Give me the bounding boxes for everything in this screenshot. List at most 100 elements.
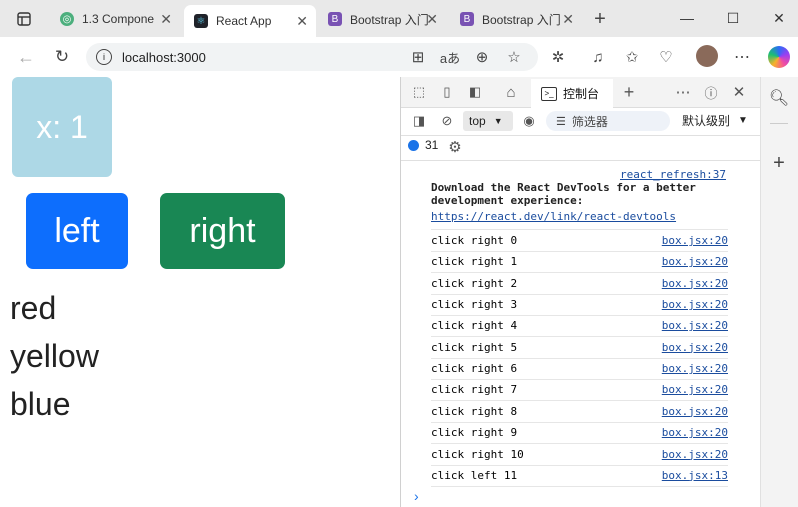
log-text: click right 8 xyxy=(431,404,518,418)
log-source-link[interactable]: box.jsx:20 xyxy=(662,405,728,418)
minimize-button[interactable]: — xyxy=(672,6,702,30)
close-icon[interactable]: ✕ xyxy=(160,11,172,28)
add-panel-icon[interactable]: + xyxy=(618,81,640,103)
message-count-value: 31 xyxy=(425,138,439,152)
log-text: click right 2 xyxy=(431,276,518,290)
filter-icon: ☰ xyxy=(556,115,566,128)
console-log-row: click right 9 box.jsx:20 xyxy=(431,422,728,445)
log-text: click right 0 xyxy=(431,234,518,247)
more-menu-icon[interactable]: ⋯ xyxy=(730,45,754,69)
log-text: click right 10 xyxy=(431,447,524,461)
close-icon[interactable]: ✕ xyxy=(296,13,308,30)
react-refresh-source-link[interactable]: react_refresh:37 xyxy=(620,168,726,181)
new-tab-button[interactable]: + xyxy=(588,7,612,31)
tab-react-app[interactable]: ⚛ React App ✕ xyxy=(184,5,316,37)
close-icon[interactable]: ✕ xyxy=(426,11,438,28)
favorite-star-icon[interactable]: ☆ xyxy=(502,45,526,69)
divider xyxy=(401,160,760,161)
console-log-row: click right 1 box.jsx:20 xyxy=(431,251,728,274)
filter-placeholder: 筛选器 xyxy=(571,114,608,129)
filter-input[interactable]: ☰ 筛选器 xyxy=(546,111,670,131)
tab-title: 1.3 Compone xyxy=(82,12,155,26)
log-source-link[interactable]: box.jsx:20 xyxy=(662,234,728,247)
console-log-row: click right 0 box.jsx:20 xyxy=(431,230,728,252)
clear-console-icon[interactable]: ⊘ xyxy=(436,110,458,132)
dock-icon[interactable]: ◧ xyxy=(464,81,486,103)
tab-title: Bootstrap 入门 xyxy=(482,12,561,27)
color-item-blue: blue xyxy=(10,386,71,422)
log-level-select[interactable]: 默认级别 ▼ xyxy=(682,112,748,129)
tab-title: Bootstrap 入门 xyxy=(350,12,429,27)
console-log-row: click right 7 box.jsx:20 xyxy=(431,379,728,402)
tab-bootstrap-1[interactable]: B Bootstrap 入门 ✕ xyxy=(318,6,446,32)
media-icon[interactable]: ♫ xyxy=(586,45,610,69)
console-settings-gear-icon[interactable]: ⚙ xyxy=(444,136,466,158)
chevron-down-icon: ▼ xyxy=(738,115,748,126)
log-source-link[interactable]: box.jsx:20 xyxy=(662,383,728,396)
window-close-button[interactable]: ✕ xyxy=(764,6,794,30)
zoom-icon[interactable]: ⊕ xyxy=(470,45,494,69)
devtools-link[interactable]: https://react.dev/link/react-devtools xyxy=(431,210,676,223)
copilot-icon[interactable] xyxy=(768,46,790,68)
log-source-link[interactable]: box.jsx:20 xyxy=(662,448,728,461)
tab-title: React App xyxy=(216,14,272,28)
log-source-link[interactable]: box.jsx:20 xyxy=(662,255,728,268)
console-log-row: click right 4 box.jsx:20 xyxy=(431,315,728,338)
log-text: click right 7 xyxy=(431,383,518,397)
avatar[interactable] xyxy=(696,45,718,67)
eye-icon[interactable]: ◉ xyxy=(518,110,540,132)
maximize-button[interactable]: ☐ xyxy=(718,6,748,30)
devtools-hint-message: Download the React DevTools for a better… xyxy=(431,181,696,207)
device-toolbar-icon[interactable]: ▯ xyxy=(436,81,458,103)
sidebar-toggle-icon[interactable]: ◨ xyxy=(408,110,430,132)
left-button[interactable]: left xyxy=(26,193,128,269)
log-text: click left 11 xyxy=(431,468,518,482)
tab-console[interactable]: >_ 控制台 xyxy=(531,79,613,110)
console-prompt-icon[interactable]: › xyxy=(414,488,419,504)
message-count[interactable]: 31 xyxy=(408,138,438,152)
read-aloud-icon[interactable]: aあ xyxy=(438,45,462,69)
log-text: click right 9 xyxy=(431,426,518,440)
console-tab-label: 控制台 xyxy=(563,87,600,101)
log-source-link[interactable]: box.jsx:20 xyxy=(662,426,728,439)
inspect-element-icon[interactable]: ⬚ xyxy=(408,81,430,103)
info-icon[interactable]: i xyxy=(96,49,112,65)
search-icon[interactable]: 🔍︎ xyxy=(767,86,791,110)
apps-icon[interactable]: ⊞ xyxy=(406,45,430,69)
log-source-link[interactable]: box.jsx:20 xyxy=(662,298,728,311)
context-select[interactable]: top ▼ xyxy=(463,111,513,131)
bootstrap-icon: B xyxy=(328,12,342,26)
log-source-link[interactable]: box.jsx:20 xyxy=(662,341,728,354)
console-log-row: click right 3 box.jsx:20 xyxy=(431,294,728,317)
log-source-link[interactable]: box.jsx:20 xyxy=(662,319,728,332)
extensions-icon[interactable]: ✲ xyxy=(546,45,570,69)
close-icon[interactable]: ✕ xyxy=(562,11,574,28)
console-log-row: click right 6 box.jsx:20 xyxy=(431,358,728,381)
favorites-icon[interactable]: ✩ xyxy=(620,45,644,69)
refresh-icon[interactable]: ↻ xyxy=(50,45,74,69)
home-icon[interactable]: ⌂ xyxy=(500,81,522,103)
tab-actions-icon[interactable] xyxy=(12,7,36,31)
console-icon: >_ xyxy=(541,86,557,101)
tab-bootstrap-2[interactable]: B Bootstrap 入门 ✕ xyxy=(450,6,582,32)
devtools-close-icon[interactable]: ✕ xyxy=(728,81,750,103)
message-icon xyxy=(408,139,419,151)
back-arrow-icon[interactable]: ← xyxy=(14,45,38,69)
devtools-more-icon[interactable]: ⋯ xyxy=(672,81,694,103)
divider xyxy=(770,123,788,124)
color-item-red: red xyxy=(10,290,57,326)
log-level-label: 默认级别 xyxy=(682,114,731,128)
log-source-link[interactable]: box.jsx:13 xyxy=(662,469,728,482)
right-button[interactable]: right xyxy=(160,193,285,269)
log-source-link[interactable]: box.jsx:20 xyxy=(662,277,728,290)
log-source-link[interactable]: box.jsx:20 xyxy=(662,362,728,375)
add-sidebar-app-icon[interactable]: + xyxy=(767,151,791,175)
color-item-yellow: yellow xyxy=(10,338,99,374)
performance-icon[interactable]: ♡ xyxy=(654,45,678,69)
help-icon[interactable]: ⓘ xyxy=(700,81,722,103)
address-text[interactable]: localhost:3000 xyxy=(122,50,206,65)
console-log-row: click left 11 box.jsx:13 xyxy=(431,465,728,487)
log-text: click right 6 xyxy=(431,362,518,376)
x-box: x: 1 xyxy=(12,77,112,177)
tab-components[interactable]: ◎ 1.3 Compone ✕ xyxy=(50,6,180,32)
